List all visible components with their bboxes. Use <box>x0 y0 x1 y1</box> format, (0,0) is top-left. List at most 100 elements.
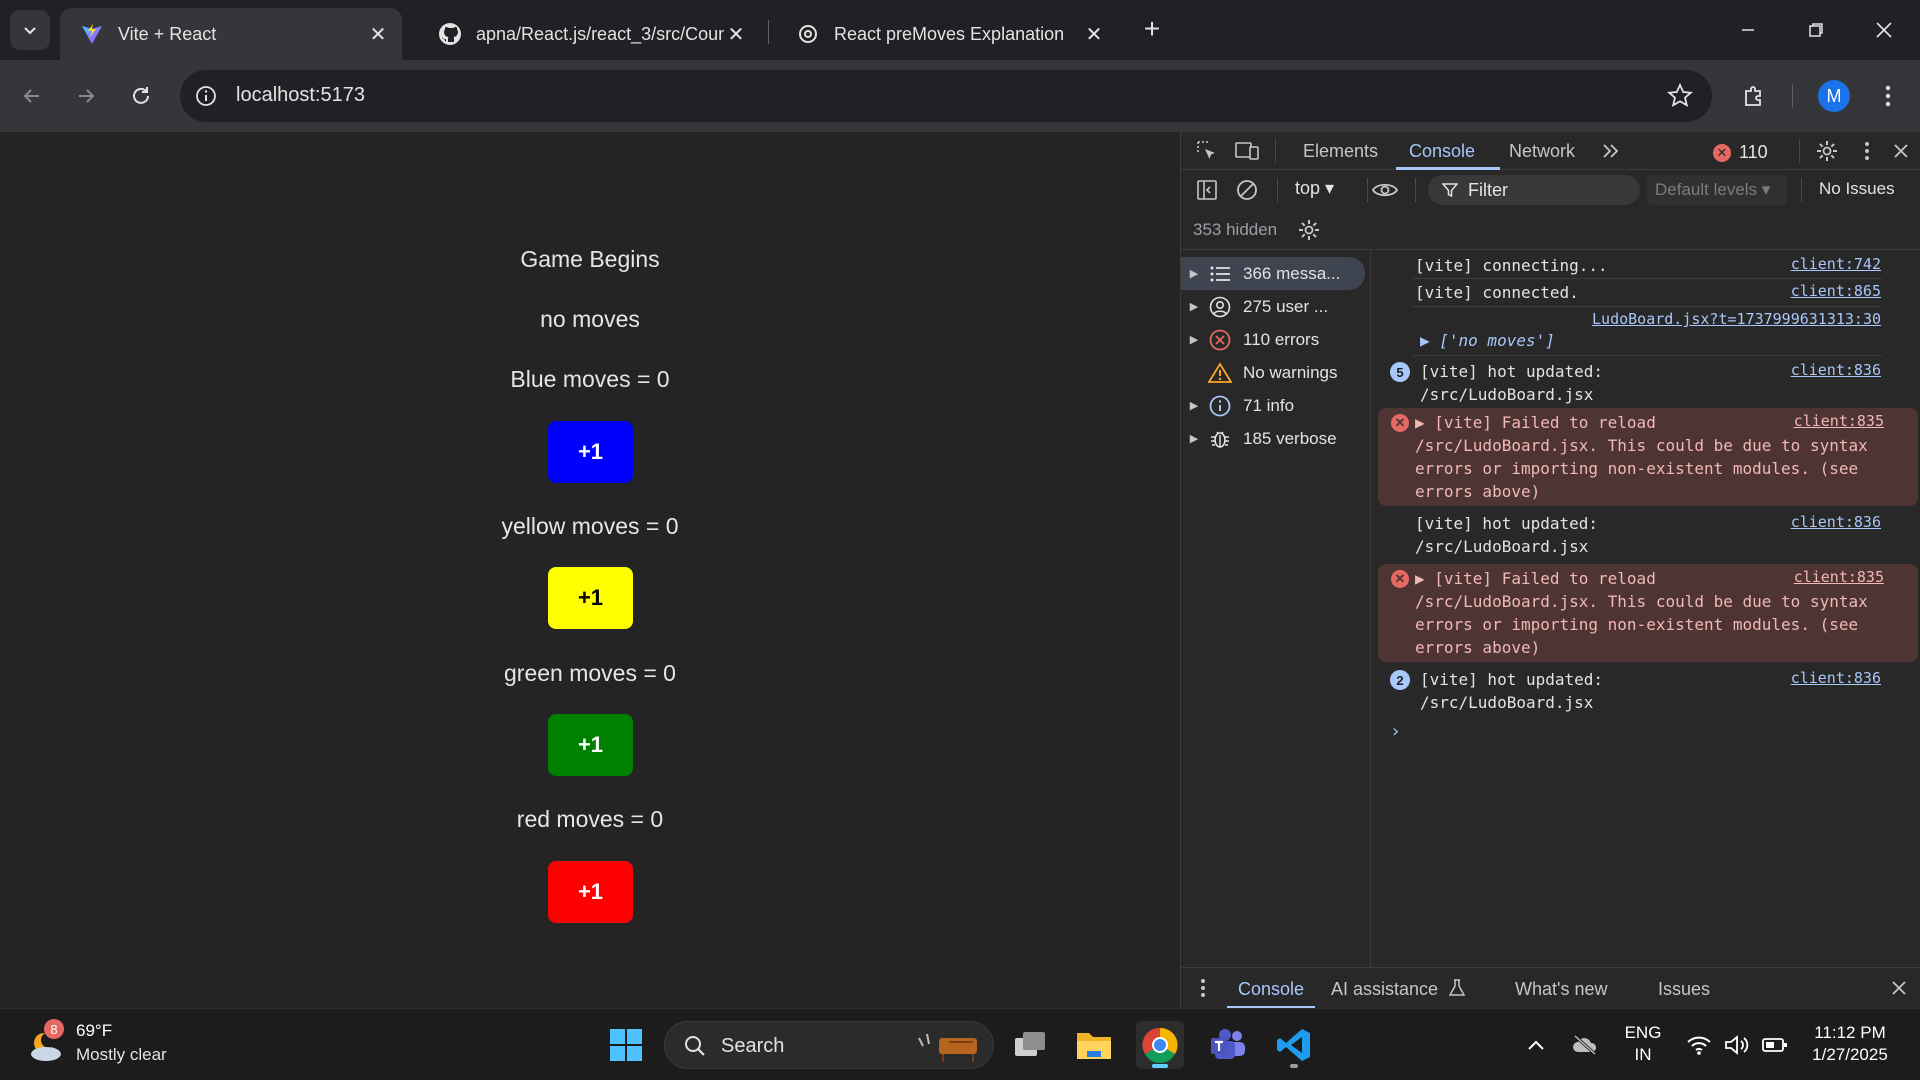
list-icon <box>1207 263 1233 285</box>
onedrive-button[interactable] <box>1562 1021 1608 1069</box>
clock-time: 11:12 PM <box>1814 1023 1886 1042</box>
drawer-tab-whats-new[interactable]: What's new <box>1515 979 1607 1000</box>
arrow-right-icon <box>79 89 95 103</box>
tab-chatgpt[interactable]: React preMoves Explanation ✕ <box>776 8 1118 60</box>
show-hidden-icons-button[interactable] <box>1512 1021 1560 1069</box>
source-link[interactable]: LudoBoard.jsx?t=1737999631313:30 <box>1592 310 1881 328</box>
close-icon[interactable]: ✕ <box>724 22 748 46</box>
inspect-element-button[interactable] <box>1193 137 1221 165</box>
language-indicator[interactable]: ENG IN <box>1618 1023 1668 1065</box>
reload-button[interactable] <box>123 78 159 114</box>
sidebar-item-errors[interactable]: ▶ 110 errors <box>1181 323 1371 356</box>
more-tabs-button[interactable] <box>1597 137 1625 165</box>
browser-menu-button[interactable] <box>1870 78 1906 114</box>
windows-taskbar: 8 69°F Mostly clear Search ENG IN 11:12 … <box>0 1008 1920 1080</box>
tab-github[interactable]: apna/React.js/react_3/src/Count ✕ <box>418 8 760 60</box>
console-error-message: ✕ ▶ [vite] Failed to reload /src/LudoBoa… <box>1378 564 1918 662</box>
window-close-button[interactable] <box>1864 12 1904 48</box>
restore-button[interactable] <box>1796 12 1836 48</box>
sidebar-item-info[interactable]: ▶ 71 info <box>1181 389 1371 422</box>
console-prompt[interactable]: › <box>1372 719 1920 749</box>
minimize-button[interactable] <box>1728 12 1768 48</box>
address-bar[interactable]: localhost:5173 <box>180 70 1712 122</box>
error-icon: ✕ <box>1391 414 1409 432</box>
task-view-button[interactable] <box>1006 1021 1054 1069</box>
issues-counter[interactable]: No Issues <box>1819 179 1895 199</box>
bookmark-star-icon[interactable] <box>1666 82 1694 110</box>
console-sidebar: ▶ 366 messa... ▶ 275 user ... ▶ 110 erro… <box>1181 251 1371 967</box>
extensions-button[interactable] <box>1736 78 1772 114</box>
chevron-down-icon <box>24 27 36 35</box>
error-count: 110 <box>1739 142 1768 162</box>
clear-console-button[interactable] <box>1233 176 1261 204</box>
drawer-tab-issues[interactable]: Issues <box>1658 979 1710 1000</box>
log-levels-dropdown[interactable]: Default levels ▾ <box>1647 175 1787 205</box>
chevron-up-icon <box>1528 1040 1544 1050</box>
red-increment-button[interactable]: +1 <box>548 861 633 923</box>
devtools-settings-button[interactable] <box>1813 137 1841 165</box>
source-link[interactable]: client:836 <box>1791 513 1881 531</box>
teams-button[interactable] <box>1204 1021 1252 1069</box>
file-explorer-button[interactable] <box>1070 1021 1118 1069</box>
chrome-taskbar-button[interactable] <box>1136 1021 1184 1069</box>
more-vertical-icon <box>1201 979 1205 997</box>
tab-vite-react[interactable]: Vite + React ✕ <box>60 8 402 60</box>
green-increment-button[interactable]: +1 <box>548 714 633 776</box>
device-toolbar-button[interactable] <box>1233 137 1261 165</box>
tab-search-button[interactable] <box>10 10 50 50</box>
device-mode-icon <box>1235 142 1259 160</box>
site-info-icon[interactable] <box>194 84 218 108</box>
console-filter-input[interactable]: Filter <box>1428 175 1640 205</box>
tab-elements[interactable]: Elements <box>1303 141 1378 162</box>
search-icon <box>685 1036 705 1056</box>
source-link[interactable]: client:835 <box>1794 568 1884 586</box>
sidebar-item-verbose[interactable]: ▶ 185 verbose <box>1181 422 1371 455</box>
drawer-close-button[interactable] <box>1885 974 1913 1002</box>
language-code: ENG <box>1624 1023 1662 1042</box>
sidebar-icon <box>1197 180 1217 200</box>
region-code: IN <box>1634 1045 1652 1064</box>
vscode-button[interactable] <box>1270 1021 1318 1069</box>
sidebar-item-label: 366 messa... <box>1243 263 1341 283</box>
expandable-object[interactable]: ▶ ['no moves'] <box>1420 329 1555 352</box>
console-settings-button[interactable] <box>1295 216 1323 244</box>
source-link[interactable]: client:836 <box>1791 669 1881 687</box>
context-selector[interactable]: top ▾ <box>1295 178 1334 199</box>
sidebar-item-label: 110 errors <box>1243 329 1320 349</box>
devtools-close-button[interactable] <box>1887 137 1915 165</box>
source-link[interactable]: client:835 <box>1794 412 1884 430</box>
new-tab-button[interactable]: + <box>1138 14 1166 46</box>
drawer-menu-button[interactable] <box>1189 974 1217 1002</box>
live-expression-button[interactable] <box>1371 176 1399 204</box>
devtools-menu-button[interactable] <box>1853 137 1881 165</box>
tab-console[interactable]: Console <box>1409 141 1475 162</box>
taskbar-search[interactable]: Search <box>664 1021 994 1069</box>
drawer-tab-ai-assistance[interactable]: AI assistance <box>1331 979 1466 1000</box>
source-link[interactable]: client:742 <box>1791 255 1881 273</box>
drawer-tab-console[interactable]: Console <box>1238 979 1304 1000</box>
clock[interactable]: 11:12 PM 1/27/2025 <box>1800 1023 1900 1065</box>
sidebar-item-messages[interactable]: ▶ 366 messa... <box>1181 257 1365 290</box>
console-message: 5 [vite] hot updated: /src/LudoBoard.jsx… <box>1372 357 1920 405</box>
devtools-tabbar: Elements Console Network ✕ 110 <box>1181 132 1920 170</box>
red-moves-label: red moves = 0 <box>516 806 664 832</box>
yellow-increment-button[interactable]: +1 <box>548 567 633 629</box>
profile-avatar[interactable]: M <box>1818 80 1850 112</box>
close-icon[interactable]: ✕ <box>1082 22 1106 46</box>
minimize-icon <box>1742 29 1754 31</box>
source-link[interactable]: client:865 <box>1791 282 1881 300</box>
close-icon[interactable]: ✕ <box>366 22 390 46</box>
forward-button[interactable] <box>68 78 104 114</box>
sidebar-item-user[interactable]: ▶ 275 user ... <box>1181 290 1371 323</box>
tab-network[interactable]: Network <box>1509 141 1575 162</box>
toggle-sidebar-button[interactable] <box>1193 176 1221 204</box>
source-link[interactable]: client:836 <box>1791 361 1881 379</box>
sidebar-item-warnings[interactable]: No warnings <box>1181 356 1371 389</box>
start-button[interactable] <box>602 1021 650 1069</box>
back-button[interactable] <box>14 78 50 114</box>
clock-date: 1/27/2025 <box>1812 1045 1888 1064</box>
quick-settings-button[interactable] <box>1674 1021 1800 1069</box>
weather-widget[interactable]: 8 69°F Mostly clear <box>22 1019 222 1071</box>
blue-increment-button[interactable]: +1 <box>548 421 633 483</box>
error-counter[interactable]: ✕ 110 <box>1713 142 1768 163</box>
